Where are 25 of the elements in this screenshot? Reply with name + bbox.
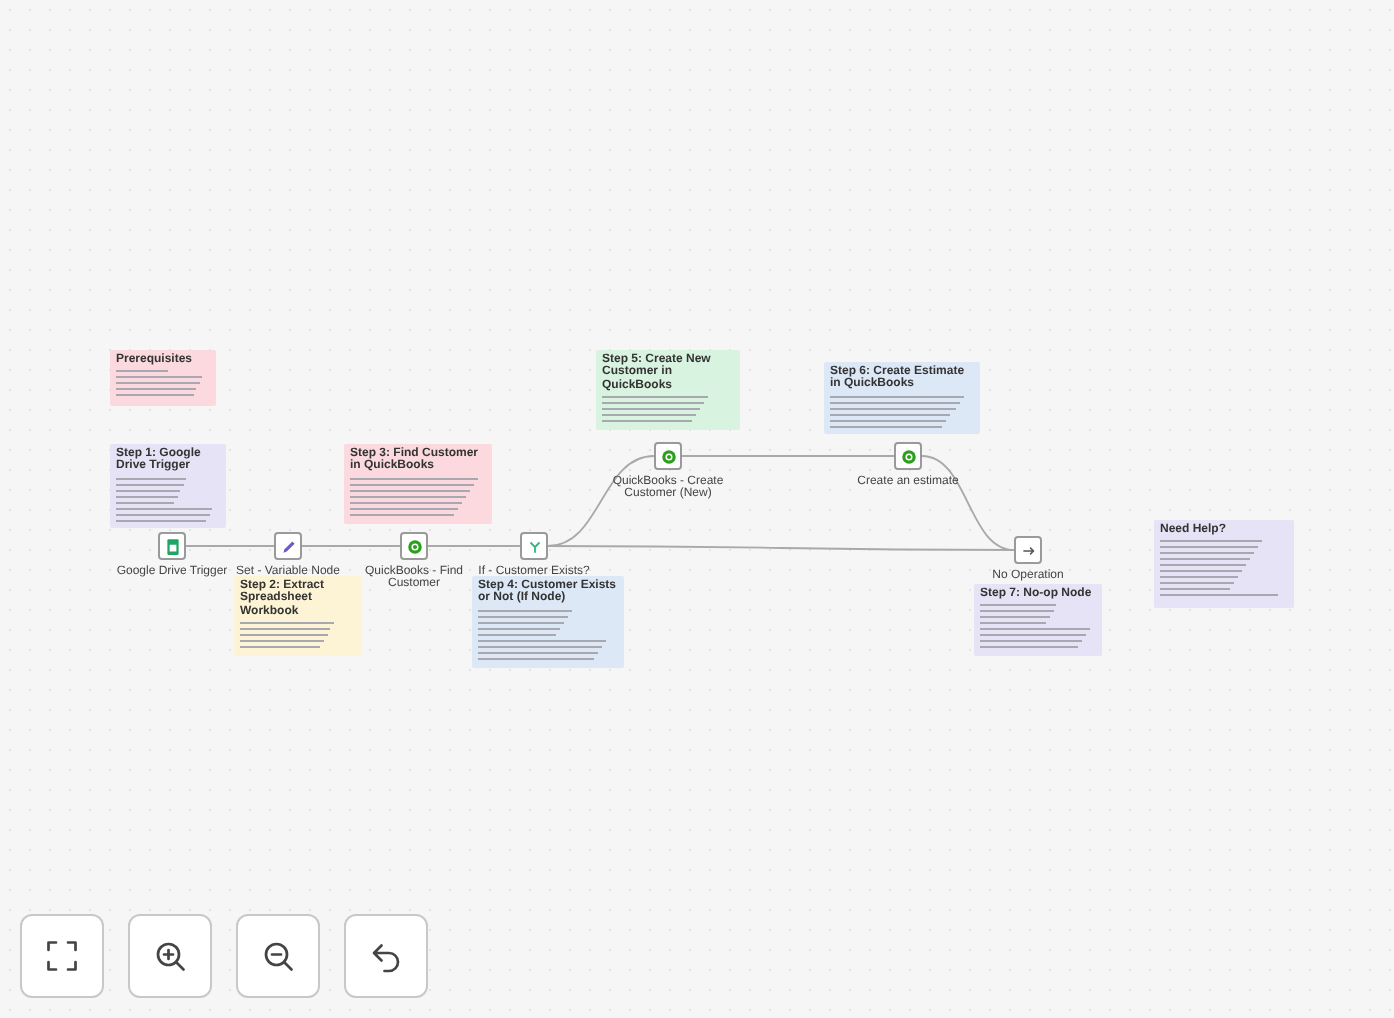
workflow-node[interactable] [654,442,682,470]
zoom-out-icon [260,938,296,974]
workflow-node[interactable] [1014,536,1042,564]
circle-logo-icon [405,537,423,555]
workflow-node[interactable] [520,532,548,560]
pencil-icon [279,537,297,555]
zoom-in-icon [152,938,188,974]
workflow-node[interactable] [894,442,922,470]
undo-button[interactable] [344,914,428,998]
drive-icon [163,537,181,555]
arrow-icon [1019,541,1037,559]
workflow-node[interactable] [274,532,302,560]
workflow-node[interactable] [158,532,186,560]
connection-line [185,545,275,547]
branch-icon [525,537,543,555]
fit-view-button[interactable] [20,914,104,998]
connection-line [427,545,521,547]
zoom-in-button[interactable] [128,914,212,998]
workflow-node[interactable] [400,532,428,560]
circle-logo-icon [659,447,677,465]
circle-logo-icon [899,447,917,465]
zoom-out-button[interactable] [236,914,320,998]
connection-line [301,545,401,547]
undo-icon [368,938,404,974]
fit-view-icon [44,938,80,974]
